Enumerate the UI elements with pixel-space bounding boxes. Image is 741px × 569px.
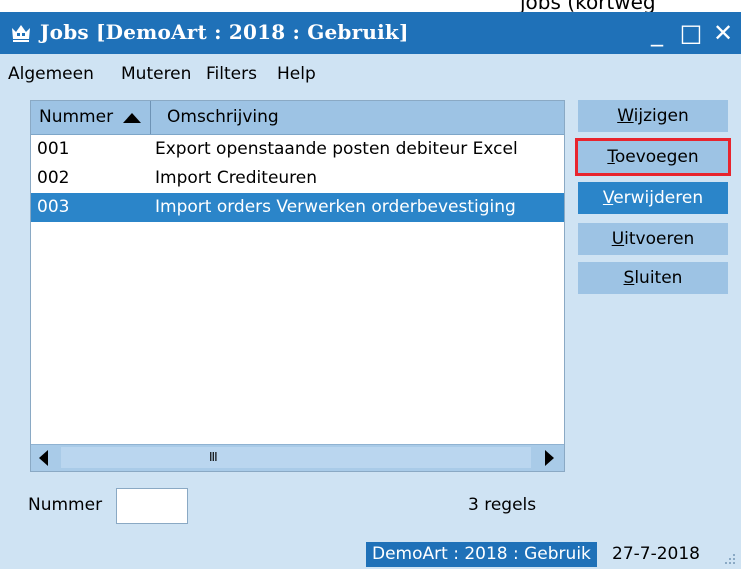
jobs-window: Jobs [DemoArt : 2018 : Gebruik] _ □ ✕ Al… xyxy=(0,12,741,569)
toevoegen-button[interactable]: Toevoegen xyxy=(575,138,731,176)
status-date: 27-7-2018 xyxy=(612,544,700,564)
uitvoeren-accesskey: U xyxy=(611,229,625,249)
scroll-grip-icon: III xyxy=(209,450,218,464)
cell-omschrijving: Import orders Verwerken orderbevestiging xyxy=(155,197,516,217)
cell-nummer: 003 xyxy=(37,197,70,217)
content-area: Nummer Omschrijving 001 Export openstaan… xyxy=(0,94,741,540)
column-header-nummer-label: Nummer xyxy=(39,107,114,127)
background-text-fragment: jobs (kortweg xyxy=(520,0,656,12)
sluiten-button[interactable]: Sluiten xyxy=(578,262,728,294)
cell-nummer: 002 xyxy=(37,168,70,188)
cell-omschrijving: Import Crediteuren xyxy=(155,168,318,188)
nummer-input[interactable] xyxy=(116,488,188,524)
scroll-thumb[interactable]: III xyxy=(61,447,531,468)
sort-ascending-icon xyxy=(123,113,141,123)
maximize-button[interactable]: □ xyxy=(676,18,706,48)
uitvoeren-label: itvoeren xyxy=(624,229,695,249)
title-bar[interactable]: Jobs [DemoArt : 2018 : Gebruik] _ □ ✕ xyxy=(0,12,741,54)
sluiten-accesskey: S xyxy=(623,268,635,288)
scroll-right-icon[interactable] xyxy=(545,450,554,466)
scroll-left-icon[interactable] xyxy=(39,450,48,466)
status-company: DemoArt : 2018 : Gebruik xyxy=(366,542,597,567)
resize-grip-icon[interactable] xyxy=(723,552,737,566)
toevoegen-accesskey: T xyxy=(607,147,615,167)
minimize-button[interactable]: _ xyxy=(642,18,672,48)
toevoegen-label: oevoegen xyxy=(614,147,699,167)
row-count-text: 3 regels xyxy=(468,495,537,515)
column-header-nummer[interactable]: Nummer xyxy=(31,101,151,134)
menu-bar: Algemeen Muteren Filters Help xyxy=(0,54,741,94)
table-row[interactable]: 001 Export openstaande posten debiteur E… xyxy=(31,135,564,164)
wijzigen-button[interactable]: Wijzigen xyxy=(578,100,728,132)
jobs-list[interactable]: Nummer Omschrijving 001 Export openstaan… xyxy=(30,100,565,472)
menu-help[interactable]: Help xyxy=(277,64,316,84)
status-bar: DemoArt : 2018 : Gebruik 27-7-2018 xyxy=(0,540,741,569)
background-strip: jobs (kortweg xyxy=(0,0,741,12)
horizontal-scrollbar[interactable]: III xyxy=(31,444,564,471)
window-title: Jobs [DemoArt : 2018 : Gebruik] xyxy=(40,20,409,44)
app-crown-icon xyxy=(10,22,32,44)
cell-nummer: 001 xyxy=(37,139,70,159)
wijzigen-accesskey: W xyxy=(617,106,634,126)
cell-omschrijving: Export openstaande posten debiteur Excel xyxy=(155,139,518,159)
list-header: Nummer Omschrijving xyxy=(31,101,564,135)
wijzigen-label: ijzigen xyxy=(633,106,689,126)
column-header-omschrijving[interactable]: Omschrijving xyxy=(152,101,279,134)
table-row-selected[interactable]: 003 Import orders Verwerken orderbevesti… xyxy=(31,193,564,222)
close-button[interactable]: ✕ xyxy=(708,18,738,48)
uitvoeren-button[interactable]: Uitvoeren xyxy=(578,223,728,255)
menu-filters[interactable]: Filters xyxy=(206,64,257,84)
menu-muteren[interactable]: Muteren xyxy=(121,64,191,84)
table-row[interactable]: 002 Import Crediteuren xyxy=(31,164,564,193)
sluiten-label: luiten xyxy=(634,268,683,288)
verwijderen-accesskey: V xyxy=(602,188,614,208)
verwijderen-label: erwijderen xyxy=(613,188,704,208)
nummer-label: Nummer xyxy=(28,495,103,515)
verwijderen-button[interactable]: Verwijderen xyxy=(578,182,728,214)
menu-algemeen[interactable]: Algemeen xyxy=(8,64,94,84)
